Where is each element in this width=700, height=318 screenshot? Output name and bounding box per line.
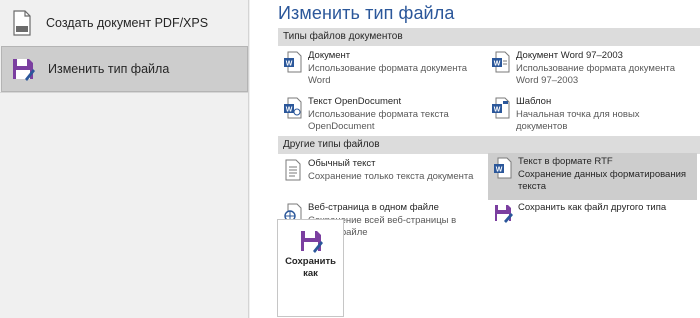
svg-text:W: W: [496, 167, 503, 174]
save-other-icon: [493, 203, 513, 225]
option-save-other-type[interactable]: Сохранить как файл другого типа: [488, 199, 697, 225]
save-as-label: Сохранить как: [285, 256, 336, 279]
option-title: Шаблон: [516, 96, 552, 107]
word-template-icon: W: [491, 97, 511, 119]
svg-text:W: W: [494, 61, 501, 68]
option-description: Сохранение данных форматирования текста: [518, 169, 687, 192]
option-title: Документ: [308, 50, 351, 61]
word-97-2003-icon: W: [491, 51, 511, 73]
option-description: Использование формата текста OpenDocumen…: [308, 109, 449, 132]
opendocument-icon: W: [283, 97, 303, 119]
nav-change-type-label: Изменить тип файла: [48, 62, 170, 76]
option-description: Использование формата документа Word 97–…: [516, 63, 675, 86]
change-file-type-icon: [11, 57, 35, 85]
option-title: Сохранить как файл другого типа: [518, 202, 667, 213]
nav-change-file-type[interactable]: Изменить тип файла: [1, 46, 248, 92]
option-rtf[interactable]: W Текст в формате RTF Сохранение данных …: [488, 153, 697, 200]
option-plain-text[interactable]: Обычный текст Сохранение только текста д…: [278, 155, 483, 195]
word-document-icon: W: [283, 51, 303, 73]
option-opendocument[interactable]: W Текст OpenDocument Использование форма…: [278, 93, 483, 133]
svg-text:W: W: [286, 107, 293, 114]
option-title: Веб-страница в одном файле: [308, 202, 439, 213]
option-template[interactable]: W Шаблон Начальная точка для новых докум…: [486, 93, 696, 133]
option-document[interactable]: W Документ Использование формата докумен…: [278, 47, 483, 87]
pdf-document-icon: [10, 9, 34, 37]
option-title: Обычный текст: [308, 158, 376, 169]
option-title: Текст в формате RTF: [518, 156, 613, 167]
option-description: Использование формата документа Word: [308, 63, 467, 86]
nav-create-pdf-xps[interactable]: Создать документ PDF/XPS: [0, 0, 248, 46]
save-as-button[interactable]: Сохранить как: [277, 219, 344, 317]
option-word-97-2003[interactable]: W Документ Word 97–2003 Использование фо…: [486, 47, 696, 87]
option-title: Текст OpenDocument: [308, 96, 402, 107]
nav-divider: [0, 92, 248, 93]
page-title: Изменить тип файла: [278, 3, 455, 23]
svg-text:W: W: [286, 61, 293, 68]
section-header-other-types: Другие типы файлов: [278, 136, 700, 154]
option-description: Начальная точка для новых документов: [516, 109, 640, 132]
plain-text-icon: [283, 159, 303, 181]
option-description: Сохранение только текста документа: [308, 171, 474, 182]
backstage-nav: Создать документ PDF/XPS Изменить тип фа…: [0, 0, 249, 318]
nav-create-pdf-label: Создать документ PDF/XPS: [46, 16, 209, 30]
save-as-icon: [299, 229, 323, 255]
section-header-document-types: Типы файлов документов: [278, 28, 700, 46]
rtf-icon: W: [493, 157, 513, 179]
option-title: Документ Word 97–2003: [516, 50, 623, 61]
svg-text:W: W: [494, 107, 501, 114]
